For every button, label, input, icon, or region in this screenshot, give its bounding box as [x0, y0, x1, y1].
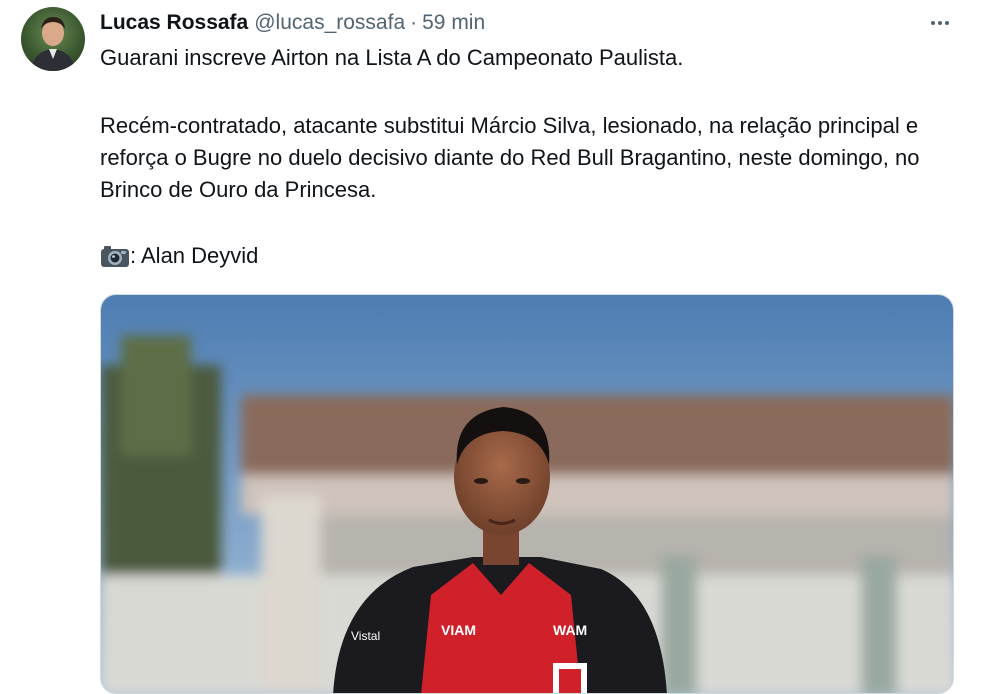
tweet-text-paragraph-1: Guarani inscreve Airton na Lista A do Ca…	[100, 45, 684, 70]
jersey-sponsor-right: WAM	[553, 622, 587, 638]
tweet: Lucas Rossafa @lucas_rossafa · 59 min Gu…	[0, 0, 996, 694]
jersey-sponsor-left: VIAM	[441, 622, 476, 638]
author-handle[interactable]: @lucas_rossafa	[254, 11, 405, 35]
avatar[interactable]	[21, 7, 85, 71]
timestamp[interactable]: 59 min	[422, 11, 485, 35]
photo-credit: : Alan Deyvid	[100, 240, 960, 272]
shoulder-logo: Vistal	[351, 629, 380, 643]
photo-credit-text: : Alan Deyvid	[130, 243, 259, 268]
camera-icon	[100, 240, 130, 272]
tweet-text-paragraph-2: Recém-contratado, atacante substitui Már…	[100, 113, 920, 202]
more-horizontal-icon[interactable]	[920, 8, 960, 38]
tweet-header: Lucas Rossafa @lucas_rossafa · 59 min	[100, 8, 485, 38]
tweet-photo[interactable]: VIAM WAM Vistal	[100, 294, 954, 694]
separator-dot: ·	[410, 11, 418, 34]
author-name[interactable]: Lucas Rossafa	[100, 11, 248, 35]
